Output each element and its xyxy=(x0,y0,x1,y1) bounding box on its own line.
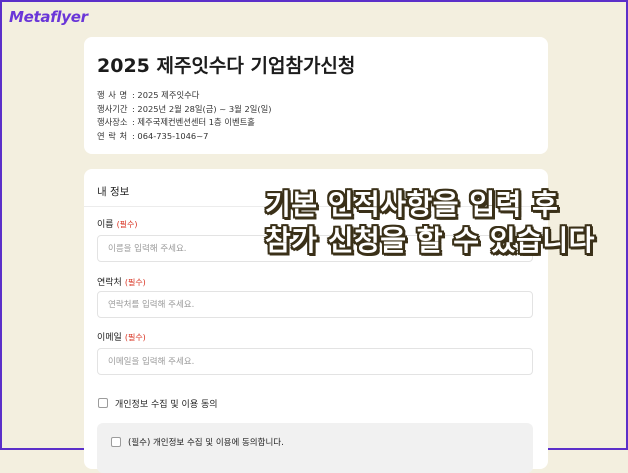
caption-overlay: 기본 인적사항을 입력 후 참가 신청을 할 수 있습니다 xyxy=(265,187,595,259)
caption-line-2: 참가 신청을 할 수 있습니다 xyxy=(265,224,595,257)
info-label: 연락처 xyxy=(97,130,131,141)
info-value: : 2025년 2월 28일(금) ~ 3월 2일(일) xyxy=(132,103,272,114)
info-value: : 2025 제주잇수다 xyxy=(132,90,200,100)
metaflyer-logo[interactable]: Metaflyer xyxy=(9,8,88,26)
event-info-venue: 행사장소 : 제주국제컨벤션센터 1층 이벤트홀 xyxy=(97,116,271,130)
event-info-list: 행사명: 2025 제주잇수다 행사기간 : 2025년 2월 28일(금) ~ … xyxy=(97,89,271,143)
consent-detail-box: (필수) 개인정보 수집 및 이용에 동의합니다. xyxy=(97,423,533,473)
event-info-period: 행사기간 : 2025년 2월 28일(금) ~ 3월 2일(일) xyxy=(97,103,271,117)
info-value: : 제주국제컨벤션센터 1층 이벤트홀 xyxy=(132,117,255,127)
agree-all-checkbox[interactable] xyxy=(98,398,108,408)
event-info-contact: 연락처: 064-735-1046~7 xyxy=(97,130,271,144)
agree-required-checkbox[interactable] xyxy=(111,437,121,447)
name-label-text: 이름 xyxy=(97,220,114,230)
email-label-text: 이메일 xyxy=(97,333,122,343)
event-title: 2025 제주잇수다 기업참가신청 xyxy=(97,55,356,77)
email-field-label: 이메일 (필수) xyxy=(97,330,146,343)
section-title-my-info: 내 정보 xyxy=(97,186,130,198)
info-value: : 064-735-1046~7 xyxy=(132,130,209,141)
email-input[interactable] xyxy=(97,348,533,375)
name-field-label: 이름 (필수) xyxy=(97,217,138,230)
phone-input[interactable] xyxy=(97,291,533,318)
event-info-card: 2025 제주잇수다 기업참가신청 행사명: 2025 제주잇수다 행사기간 : … xyxy=(84,37,548,154)
required-tag: (필수) xyxy=(116,220,138,229)
required-tag: (필수) xyxy=(124,278,146,287)
agree-required-label[interactable]: (필수) 개인정보 수집 및 이용에 동의합니다. xyxy=(128,436,284,448)
phone-label-text: 연락처 xyxy=(97,278,122,288)
info-label: 행사기간 xyxy=(97,103,128,114)
info-label: 행사장소 xyxy=(97,117,128,127)
phone-field-label: 연락처 (필수) xyxy=(97,275,146,288)
caption-line-1: 기본 인적사항을 입력 후 xyxy=(265,188,559,221)
agree-all-label[interactable]: 개인정보 수집 및 이용 동의 xyxy=(115,397,218,410)
required-tag: (필수) xyxy=(124,333,146,342)
event-info-name: 행사명: 2025 제주잇수다 xyxy=(97,89,271,103)
info-label: 행사명 xyxy=(97,90,131,100)
